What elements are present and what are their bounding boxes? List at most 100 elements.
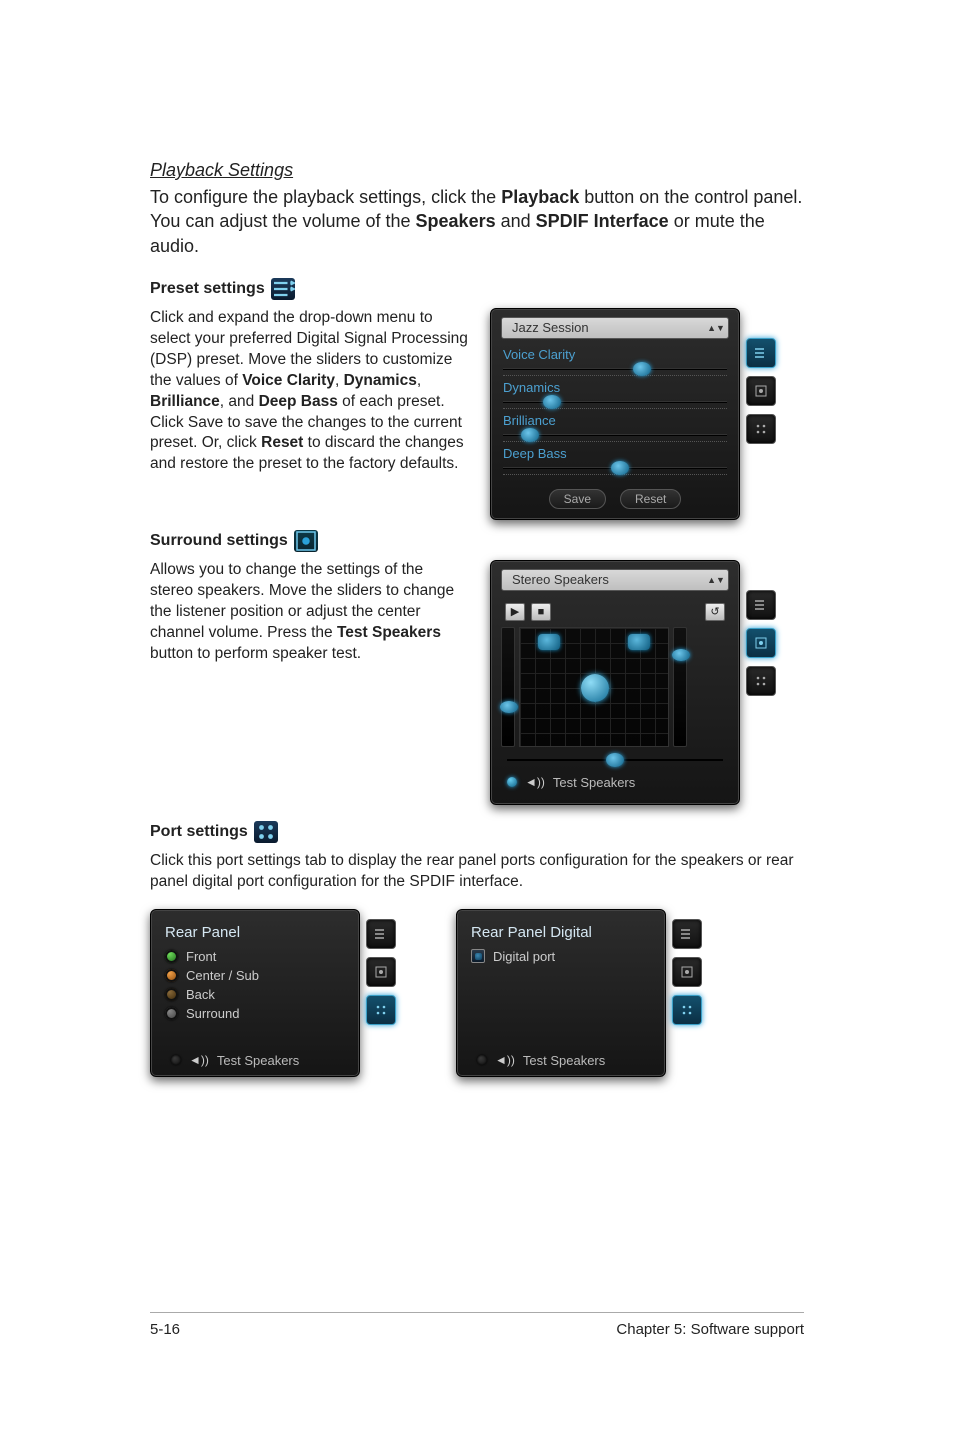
dropdown-arrows-icon: ▲▼ [708,325,724,331]
tab-preset-icon[interactable] [366,919,396,949]
digital-port-list: Digital port [471,947,655,1049]
rear-side-tabs [366,909,396,1077]
slider-thumb[interactable] [606,753,624,767]
jack-icon [165,950,178,963]
slider-thumb[interactable] [543,395,561,409]
speaker-icon: ◄)) [495,1053,515,1067]
tab-surround-icon[interactable] [672,957,702,987]
slider-thumb[interactable] [633,362,651,376]
preset-dropdown-value: Jazz Session [512,320,589,335]
test-speakers-row[interactable]: ◄)) Test Speakers [501,771,729,790]
tab-port-icon[interactable] [366,995,396,1025]
tab-surround-icon[interactable] [366,957,396,987]
slider-dynamics[interactable] [503,395,727,409]
test-speakers-row[interactable]: ◄)) Test Speakers [471,1049,655,1068]
speaker-position-grid[interactable] [519,627,669,747]
preset-panel: Jazz Session ▲▼ Voice Clarity Dynamics B… [490,308,740,520]
speaker-right-icon [628,634,650,650]
slider-label-brilliance: Brilliance [503,413,727,428]
port-item-front: Front [165,947,349,966]
led-icon [477,1055,487,1065]
speaker-icon: ◄)) [189,1053,209,1067]
page-footer: 5-16 Chapter 5: Software support [150,1312,804,1338]
intro-paragraph: To configure the playback settings, clic… [150,185,804,258]
port-description: Click this port settings tab to display … [150,851,804,893]
jack-icon [165,988,178,1001]
rear-digital-container: Rear Panel Digital Digital port ◄)) Test… [456,909,702,1077]
surround-dropdown[interactable]: Stereo Speakers ▲▼ [501,569,729,591]
port-tab-icon [254,821,278,843]
digital-port-icon [471,949,485,963]
tab-preset-icon[interactable] [672,919,702,949]
surround-tab-icon [294,530,318,552]
slider-label-voice-clarity: Voice Clarity [503,347,727,362]
slider-brilliance[interactable] [503,428,727,442]
preset-heading: Preset settings [150,280,265,298]
port-item-back: Back [165,985,349,1004]
loop-button[interactable]: ↺ [705,603,725,621]
preset-description: Click and expand the drop-down menu to s… [150,308,470,475]
surround-heading: Surround settings [150,532,288,550]
tab-port-icon[interactable] [746,414,776,444]
tab-surround-icon[interactable] [746,628,776,658]
test-speakers-label: Test Speakers [523,1053,605,1068]
surround-dropdown-value: Stereo Speakers [512,572,609,587]
test-speakers-label: Test Speakers [553,775,635,790]
reset-button[interactable]: Reset [620,489,681,509]
preset-panel-container: Jazz Session ▲▼ Voice Clarity Dynamics B… [490,308,776,520]
slider-thumb[interactable] [500,701,518,713]
dropdown-arrows-icon: ▲▼ [708,577,724,583]
tab-preset-icon[interactable] [746,590,776,620]
play-button[interactable]: ▶ [505,603,525,621]
port-item-center-sub: Center / Sub [165,966,349,985]
preset-heading-row: Preset settings [150,278,804,300]
section-title: Playback Settings [150,160,804,181]
port-list: Front Center / Sub Back Surround [165,947,349,1049]
tab-surround-icon[interactable] [746,376,776,406]
page-number: 5-16 [150,1321,180,1338]
digital-side-tabs [672,909,702,1077]
slider-thumb[interactable] [672,649,690,661]
port-item-surround: Surround [165,1004,349,1023]
test-speakers-row[interactable]: ◄)) Test Speakers [165,1049,349,1068]
slider-label-deep-bass: Deep Bass [503,446,727,461]
slider-thumb[interactable] [521,428,539,442]
surround-panel: Stereo Speakers ▲▼ ▶ ■ ↺ [490,560,740,805]
surround-description: Allows you to change the settings of the… [150,560,470,665]
rear-panel-container: Rear Panel Front Center / Sub Back Surro… [150,909,396,1077]
slider-voice-clarity[interactable] [503,362,727,376]
left-volume-slider[interactable] [501,627,515,747]
port-heading-row: Port settings [150,821,804,843]
balance-slider[interactable] [507,753,723,767]
preset-tab-icon [271,278,295,300]
rear-panel-title: Rear Panel [165,924,349,941]
save-button[interactable]: Save [549,489,606,509]
surround-side-tabs [746,560,776,805]
port-heading: Port settings [150,823,248,841]
jack-icon [165,969,178,982]
rear-digital-card: Rear Panel Digital Digital port ◄)) Test… [456,909,666,1077]
surround-panel-container: Stereo Speakers ▲▼ ▶ ■ ↺ [490,560,776,805]
tab-preset-icon[interactable] [746,338,776,368]
led-icon [507,777,517,787]
preset-dropdown[interactable]: Jazz Session ▲▼ [501,317,729,339]
test-speakers-label: Test Speakers [217,1053,299,1068]
jack-icon [165,1007,178,1020]
listener-position-handle[interactable] [581,674,609,702]
port-item-digital: Digital port [471,947,655,966]
tab-port-icon[interactable] [746,666,776,696]
stop-button[interactable]: ■ [531,603,551,621]
slider-thumb[interactable] [611,461,629,475]
surround-heading-row: Surround settings [150,530,804,552]
speaker-icon: ◄)) [525,775,545,789]
slider-label-dynamics: Dynamics [503,380,727,395]
right-volume-slider[interactable] [673,627,687,747]
speaker-left-icon [538,634,560,650]
tab-port-icon[interactable] [672,995,702,1025]
chapter-label: Chapter 5: Software support [616,1321,804,1338]
rear-digital-title: Rear Panel Digital [471,924,655,941]
slider-deep-bass[interactable] [503,461,727,475]
led-icon [171,1055,181,1065]
rear-panel-card: Rear Panel Front Center / Sub Back Surro… [150,909,360,1077]
preset-side-tabs [746,308,776,520]
